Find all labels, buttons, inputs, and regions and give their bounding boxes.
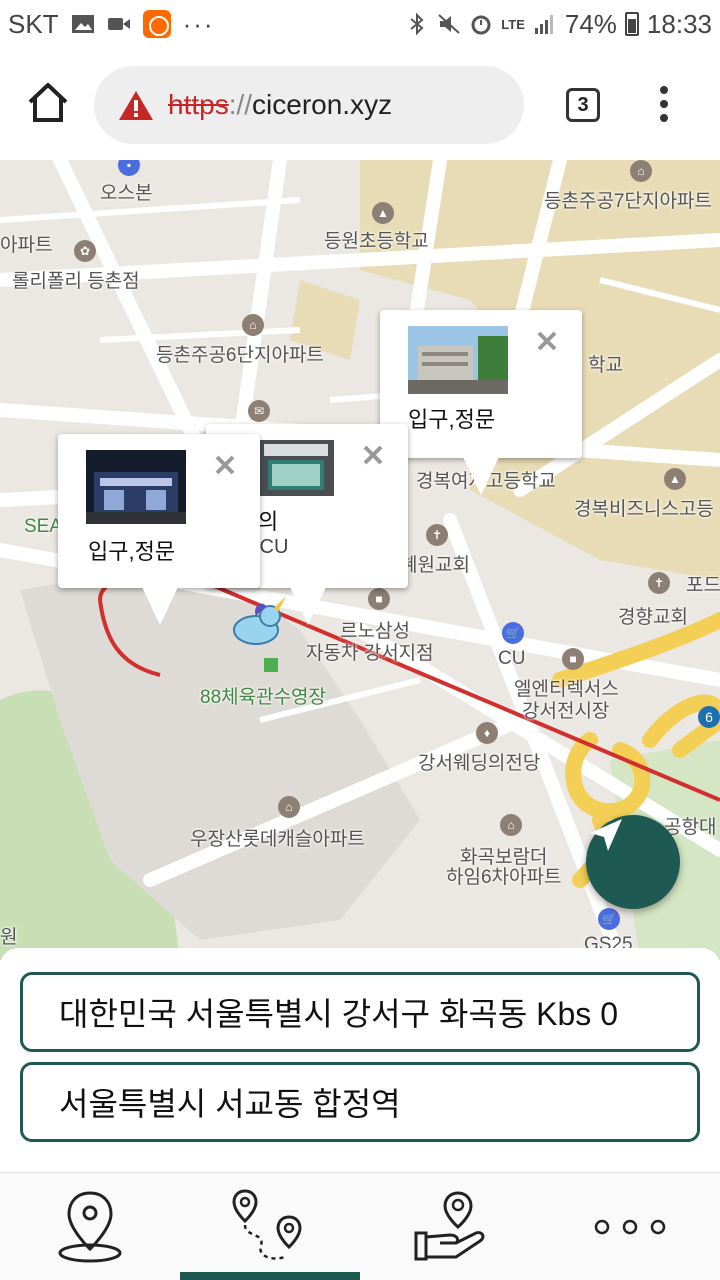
carrier-label: SKT xyxy=(8,8,59,39)
current-location-button[interactable] xyxy=(586,815,680,909)
map-label-apt-left: 아파트 xyxy=(0,235,53,256)
map-label-hakgyo: 학교 xyxy=(588,355,623,376)
navigation-arrow-icon xyxy=(590,819,622,851)
url-bar[interactable]: https://ciceron.xyz xyxy=(94,66,524,144)
start-address-field[interactable]: 대한민국 서울특별시 강서구 화곡동 Kbs 0 xyxy=(20,972,700,1052)
status-bar: SKT ··· LTE 74% 18:33 xyxy=(0,0,720,48)
car-dealer-poi-icon: ■ xyxy=(562,648,584,670)
nav-item-place[interactable] xyxy=(360,1173,540,1280)
shopping-poi-icon: ✿ xyxy=(74,240,96,262)
close-icon[interactable] xyxy=(360,442,386,468)
map-label-won: 원 xyxy=(0,927,18,948)
entrance-photo xyxy=(408,326,508,394)
car-dealer-poi-icon: ■ xyxy=(368,588,390,610)
sports-poi-icon xyxy=(264,658,278,672)
url-scheme: https xyxy=(168,89,229,120)
overflow-menu-icon[interactable] xyxy=(654,84,674,124)
bottom-navigation xyxy=(0,1172,720,1280)
signal-icon xyxy=(534,15,553,34)
hand-pin-icon xyxy=(414,1191,485,1261)
cart-poi-icon: 🛒 xyxy=(502,622,524,644)
nav-item-route[interactable] xyxy=(180,1173,360,1280)
tab-switcher-button[interactable]: 3 xyxy=(566,88,600,122)
map-label-wedding: 강서웨딩의전당 xyxy=(418,753,541,774)
popup-label: 의 xyxy=(258,509,279,534)
popup-tail xyxy=(142,587,178,625)
home-poi-icon: ⌂ xyxy=(500,814,522,836)
battery-icon xyxy=(624,12,639,36)
gallery-icon xyxy=(71,15,94,33)
map-label-sea: SEA xyxy=(24,516,63,537)
map-label-deungwon-school: 등원초등학교 xyxy=(324,231,429,252)
map-label-cu: CU xyxy=(498,648,526,669)
destination-address-field[interactable]: 서울특별시 서교동 합정역 xyxy=(20,1062,700,1142)
warning-icon[interactable] xyxy=(118,89,154,121)
map-view[interactable]: ▪ 오스본 아파트 ✿ 롤리폴리 등촌점 ▲ 등원초등학교 ⌂ 등촌주공7단지아… xyxy=(0,160,720,960)
mute-icon xyxy=(438,14,460,34)
lte-label: LTE xyxy=(501,16,525,32)
map-label-gyeongbok-biz: 경복비즈니스고등 xyxy=(574,499,714,520)
map-label-lollipolly: 롤리폴리 등촌점 xyxy=(12,271,140,292)
popup-label: 입구,정문 xyxy=(408,407,496,432)
map-label-church-won: 혜원교회 xyxy=(400,555,470,576)
cart-poi-icon: 🛒 xyxy=(598,908,620,930)
address-panel: 대한민국 서울특별시 강서구 화곡동 Kbs 0 서울특별시 서교동 합정역 xyxy=(0,948,720,1178)
post-office-poi-icon: ✉ xyxy=(248,400,270,422)
location-pin-icon xyxy=(58,1191,122,1263)
map-label-deungchon7: 등촌주공7단지아파트 xyxy=(544,191,712,212)
nav-item-more[interactable] xyxy=(540,1173,720,1280)
video-icon xyxy=(107,18,130,30)
bluetooth-icon xyxy=(410,13,424,35)
map-label-gym: 88체육관수영장 xyxy=(200,687,327,708)
home-poi-icon: ⌂ xyxy=(630,160,652,182)
popup-tail xyxy=(463,457,499,495)
browser-toolbar: https://ciceron.xyz 3 xyxy=(0,48,720,160)
entrance-popup[interactable]: 입구,정문 xyxy=(58,434,260,625)
route-icon xyxy=(232,1189,302,1260)
recorder-app-icon xyxy=(142,10,171,38)
wedding-poi-icon: ♦ xyxy=(476,722,498,744)
map-label-elentech2: 강서전시장 xyxy=(522,701,610,722)
cu-store-photo xyxy=(258,440,334,496)
close-icon[interactable] xyxy=(534,328,560,354)
unicorn-location-marker[interactable] xyxy=(226,592,296,652)
church-poi-icon: ✝ xyxy=(426,524,448,546)
url-host: ciceron.xyz xyxy=(252,89,393,120)
map-label-deungchon6: 등촌주공6단지아파트 xyxy=(156,345,324,366)
url-separator: :// xyxy=(228,89,253,120)
entrance-popup[interactable]: 입구,정문 xyxy=(380,310,582,495)
popup-label: 입구,정문 xyxy=(88,539,176,564)
nav-item-location[interactable] xyxy=(0,1173,180,1280)
school-poi-icon: ▲ xyxy=(372,202,394,224)
home-icon[interactable] xyxy=(24,78,72,126)
map-label-rhino2: 자동차 강서지점 xyxy=(306,643,434,664)
more-icon xyxy=(594,1219,666,1235)
church-poi-icon: ✝ xyxy=(648,572,670,594)
map-label-hwagok2: 하임6차아파트 xyxy=(446,867,562,888)
route-number-badge: 6 xyxy=(698,706,720,728)
popup-tail xyxy=(290,587,326,625)
entrance-photo xyxy=(86,450,186,524)
home-poi-icon: ⌂ xyxy=(242,314,264,336)
map-label-osbon: 오스본 xyxy=(100,183,153,204)
home-poi-icon: ⌂ xyxy=(278,796,300,818)
school-poi-icon: ▲ xyxy=(664,468,686,490)
map-label-gyeonghyang: 경향교회 xyxy=(618,607,688,628)
alarm-icon xyxy=(471,15,491,35)
map-label-pod: 포드 xyxy=(686,575,720,596)
clock: 18:33 xyxy=(646,8,712,39)
battery-percent: 74% xyxy=(564,8,617,39)
active-tab-indicator xyxy=(180,1272,360,1280)
map-label-woojang: 우장산롯데캐슬아파트 xyxy=(190,829,365,850)
more-notifications-icon: ··· xyxy=(182,8,215,39)
close-icon[interactable] xyxy=(212,452,238,478)
